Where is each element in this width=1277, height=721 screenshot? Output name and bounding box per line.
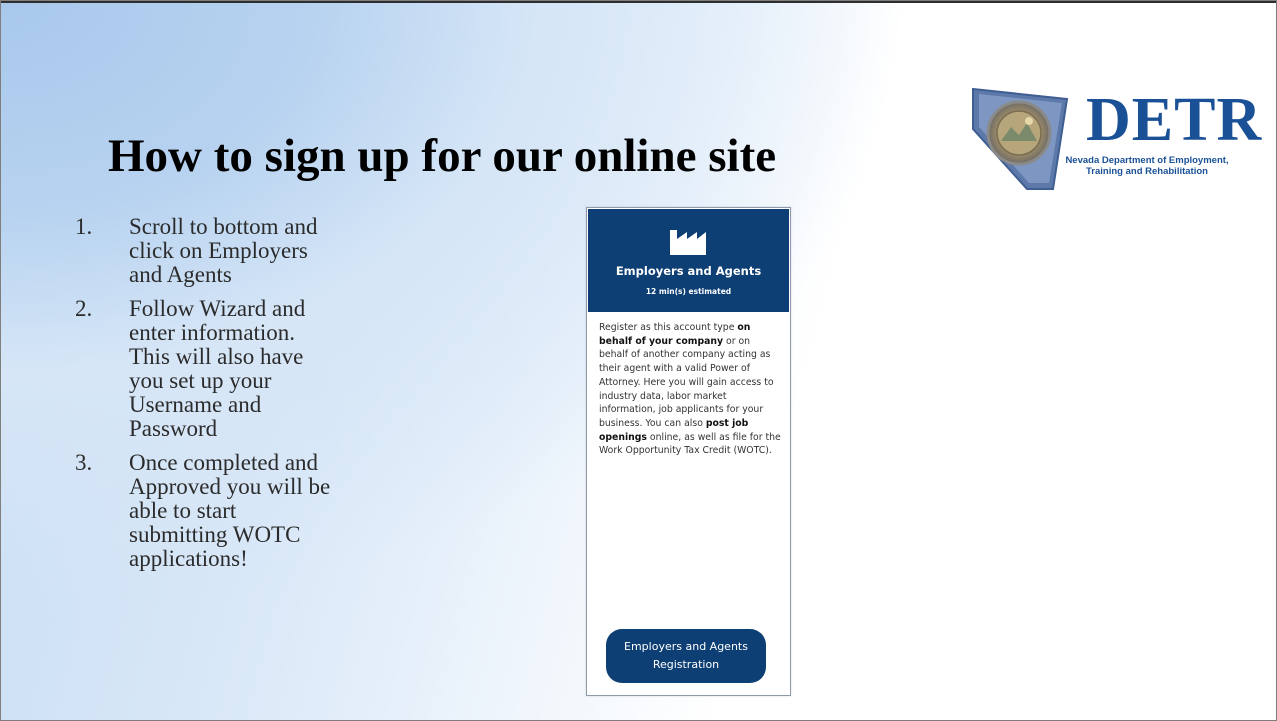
detr-logo: DETR Nevada Department of Employment, Tr… bbox=[969, 85, 1261, 195]
step-text: Scroll to bottom and click on Employers … bbox=[129, 214, 318, 287]
card-description: Register as this account type on behalf … bbox=[599, 321, 781, 458]
steps-list: 1. Scroll to bottom and click on Employe… bbox=[75, 215, 475, 581]
step-number: 1. bbox=[75, 214, 93, 239]
step-item: 1. Scroll to bottom and click on Employe… bbox=[75, 215, 475, 287]
employers-agents-card: Employers and Agents 12 min(s) estimated… bbox=[586, 207, 791, 696]
step-item: 3. Once completed and Approved you will … bbox=[75, 451, 475, 571]
card-title: Employers and Agents bbox=[615, 264, 762, 278]
logo-subtitle-line1: Nevada Department of Employment, bbox=[1065, 155, 1229, 166]
step-number: 2. bbox=[75, 296, 93, 321]
card-header: Employers and Agents 12 min(s) estimated bbox=[588, 209, 789, 312]
slide-title: How to sign up for our online site bbox=[108, 130, 777, 182]
factory-icon bbox=[670, 230, 706, 255]
registration-button-label: Employers and Agents Registration bbox=[624, 640, 748, 671]
top-border-line bbox=[1, 1, 1276, 3]
card-description-text: Register as this account type bbox=[599, 322, 738, 333]
logo-wordmark: DETR bbox=[1086, 86, 1263, 154]
card-estimate: 12 min(s) estimated bbox=[645, 287, 732, 296]
logo-subtitle: Nevada Department of Employment, Trainin… bbox=[1057, 155, 1237, 177]
slide: How to sign up for our online site DETR … bbox=[0, 0, 1277, 721]
step-text: Once completed and Approved you will be … bbox=[129, 450, 331, 571]
step-text: Follow Wizard and enter information. Thi… bbox=[129, 296, 306, 441]
step-item: 2. Follow Wizard and enter information. … bbox=[75, 297, 475, 441]
employers-agents-registration-button[interactable]: Employers and Agents Registration bbox=[606, 629, 766, 683]
logo-subtitle-line2: Training and Rehabilitation bbox=[1086, 166, 1208, 177]
step-number: 3. bbox=[75, 450, 93, 475]
card-description-text: or on behalf of another company acting a… bbox=[599, 335, 774, 429]
